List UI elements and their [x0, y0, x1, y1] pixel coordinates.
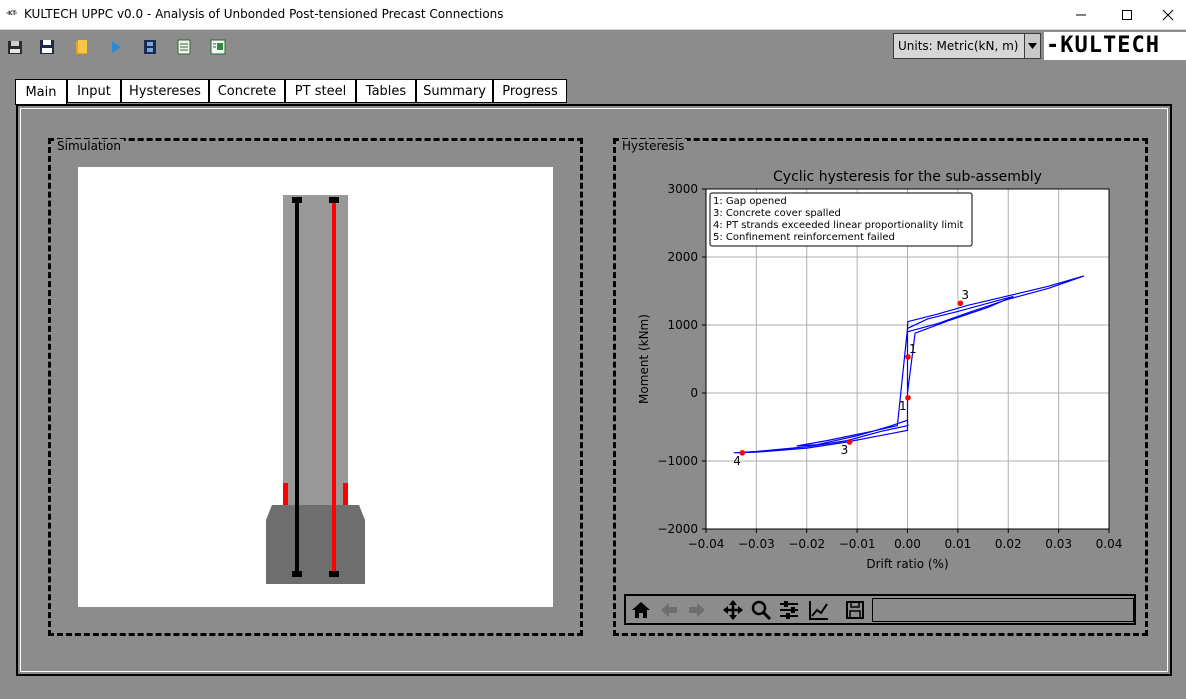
save-figure-icon[interactable]	[842, 598, 868, 622]
maximize-icon[interactable]	[1104, 0, 1150, 29]
tab-pt-steel[interactable]: PT steel	[285, 79, 356, 103]
minimize-icon[interactable]	[1058, 0, 1104, 29]
simulation-canvas	[78, 167, 553, 607]
hysteresis-chart: 1 1 3 3 4 −0.04 −0.03 −0.02 −0.01 0.00 0.01 0.02 0.0…	[637, 169, 1123, 571]
zoom-icon[interactable]	[748, 598, 774, 622]
edit-axis-icon[interactable]	[806, 598, 832, 622]
configure-subplots-icon[interactable]	[776, 598, 802, 622]
film-icon[interactable]	[141, 38, 159, 56]
window-title: KULTECH UPPC v0.0 - Analysis of Unbonded…	[24, 7, 504, 21]
x-tick-label: 0.03	[1045, 537, 1072, 551]
tab-input[interactable]: Input	[67, 79, 121, 103]
anchor-top-left	[292, 197, 302, 203]
x-tick-label: 0.02	[995, 537, 1022, 551]
legend-entry: 1: Gap opened	[713, 196, 787, 207]
tab-main[interactable]: Main	[15, 79, 67, 105]
x-tick-label: −0.03	[738, 537, 775, 551]
y-tick-label: 1000	[667, 318, 698, 332]
hysteresis-plot: 1 1 3 3 4 −0.04 −0.03 −0.02 −0.01 0.00 0.01 0.02 0.0…	[620, 155, 1140, 585]
y-tick-label: 2000	[667, 250, 698, 264]
tab-concrete[interactable]: Concrete	[209, 79, 285, 103]
legend-entry: 3: Concrete cover spalled	[713, 208, 841, 219]
event-marker-label: 3	[961, 288, 969, 302]
event-marker-label: 4	[733, 454, 741, 468]
x-tick-label: 0.04	[1096, 537, 1123, 551]
right-armor-plate	[343, 483, 348, 505]
y-tick-label: −1000	[657, 454, 698, 468]
left-armor-plate	[283, 483, 288, 505]
event-marker-label: 1	[909, 342, 917, 356]
hysteresis-label: Hysteresis	[619, 139, 688, 153]
pan-icon[interactable]	[720, 598, 746, 622]
tab-summary[interactable]: Summary	[416, 79, 493, 103]
back-icon[interactable]	[656, 598, 682, 622]
kultech-logo: -KULTECH	[1044, 32, 1186, 60]
chevron-down-icon[interactable]	[1024, 34, 1040, 58]
tab-progress[interactable]: Progress	[493, 79, 567, 103]
new-icon[interactable]	[6, 38, 24, 56]
x-tick-label: 0.01	[945, 537, 972, 551]
x-tick-label: −0.02	[788, 537, 825, 551]
event-marker-label: 1	[899, 399, 907, 413]
home-icon[interactable]	[628, 598, 654, 622]
forward-icon[interactable]	[684, 598, 710, 622]
x-tick-label: −0.04	[688, 537, 725, 551]
coordinate-readout	[872, 598, 1134, 622]
simulation-label: Simulation	[54, 139, 124, 153]
anchor-top-right	[329, 197, 339, 203]
x-axis-label: Drift ratio (%)	[866, 557, 948, 571]
y-axis-label: Moment (kNm)	[637, 314, 651, 404]
anchor-bottom-left	[292, 571, 302, 577]
legend-entry: 5: Confinement reinforcement failed	[713, 232, 895, 243]
x-tick-label: −0.01	[839, 537, 876, 551]
tab-tables[interactable]: Tables	[356, 79, 416, 103]
run-icon[interactable]	[107, 38, 125, 56]
y-tick-label: 3000	[667, 182, 698, 196]
x-tick-label: 0.00	[894, 537, 921, 551]
y-tick-label: −2000	[657, 522, 698, 536]
foundation-block	[266, 505, 365, 584]
app-icon: -KT-	[6, 10, 17, 17]
y-tick-label: 0	[690, 386, 698, 400]
units-label: Units: Metric(kN, m)	[898, 39, 1019, 53]
event-marker-label: 3	[841, 443, 849, 457]
anchor-bottom-right	[329, 571, 339, 577]
tab-hystereses[interactable]: Hystereses	[121, 79, 209, 103]
open-folder-icon[interactable]	[73, 38, 91, 56]
title-bar: -KT- KULTECH UPPC v0.0 - Analysis of Unb…	[0, 0, 1186, 30]
legend-entry: 4: PT strands exceeded linear proportion…	[713, 220, 964, 231]
chart-title: Cyclic hysteresis for the sub-assembly	[773, 169, 1042, 185]
report-icon[interactable]	[175, 38, 193, 56]
export-icon[interactable]	[209, 38, 227, 56]
units-select[interactable]: Units: Metric(kN, m)	[893, 33, 1041, 59]
precast-column	[283, 195, 348, 505]
column-model	[266, 195, 365, 584]
plot-nav-toolbar	[624, 594, 1136, 625]
save-icon[interactable]	[38, 38, 56, 56]
close-icon[interactable]	[1150, 0, 1186, 29]
